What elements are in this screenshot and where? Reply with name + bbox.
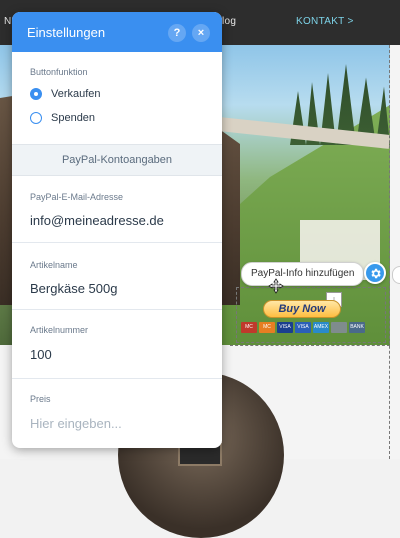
item-name-label: Artikelname	[30, 260, 78, 270]
move-cursor-icon	[268, 278, 284, 294]
maestro-icon: MC	[259, 322, 275, 333]
mastercard-icon: MC	[241, 322, 257, 333]
section-border-bottom	[230, 345, 390, 346]
item-number-label: Artikelnummer	[30, 325, 89, 335]
card-icon	[331, 322, 347, 333]
divider	[12, 378, 222, 379]
divider	[12, 242, 222, 243]
amex-icon: AMEX	[313, 322, 329, 333]
nav-item-blog[interactable]: log	[222, 16, 236, 27]
section-border-line	[389, 45, 390, 459]
divider	[12, 309, 222, 310]
button-function-label: Buttonfunktion	[30, 67, 88, 77]
close-button[interactable]: ×	[192, 24, 210, 42]
paypal-info-tooltip[interactable]: PayPal-Info hinzufügen	[241, 262, 365, 286]
visa-electron-icon: VISA	[295, 322, 311, 333]
email-field-label: PayPal-E-Mail-Adresse	[30, 192, 124, 202]
radio-label-donate: Spenden	[51, 112, 96, 124]
buy-now-button[interactable]: Buy Now	[263, 300, 341, 318]
radio-option-sell[interactable]: Verkaufen	[30, 87, 101, 101]
email-field[interactable]: info@meineadresse.de	[30, 213, 164, 228]
visa-icon: VISA	[277, 322, 293, 333]
item-name-field[interactable]: Bergkäse 500g	[30, 281, 117, 296]
radio-selected-icon[interactable]	[30, 88, 42, 100]
radio-label-sell: Verkaufen	[51, 88, 101, 100]
payment-cards-strip: MC MC VISA VISA AMEX BANK	[241, 322, 365, 333]
settings-panel-header[interactable]: Einstellungen ? ×	[12, 12, 222, 52]
settings-panel: Einstellungen ? × Buttonfunktion Verkauf…	[12, 12, 222, 448]
help-button[interactable]: ?	[168, 24, 186, 42]
price-label: Preis	[30, 394, 51, 404]
radio-option-donate[interactable]: Spenden	[30, 111, 95, 125]
price-field[interactable]: Hier eingeben...	[30, 416, 122, 431]
settings-gear-button[interactable]	[364, 262, 386, 284]
gear-icon	[370, 268, 381, 278]
panel-title: Einstellungen	[27, 25, 106, 40]
paypal-account-section-header: PayPal-Kontoangaben	[12, 144, 222, 176]
item-number-field[interactable]: 100	[30, 347, 52, 362]
radio-unselected-icon[interactable]	[30, 112, 42, 124]
side-drag-handle[interactable]	[392, 266, 400, 284]
bank-icon: BANK	[349, 322, 365, 333]
nav-item-contact[interactable]: KONTAKT >	[296, 16, 354, 27]
